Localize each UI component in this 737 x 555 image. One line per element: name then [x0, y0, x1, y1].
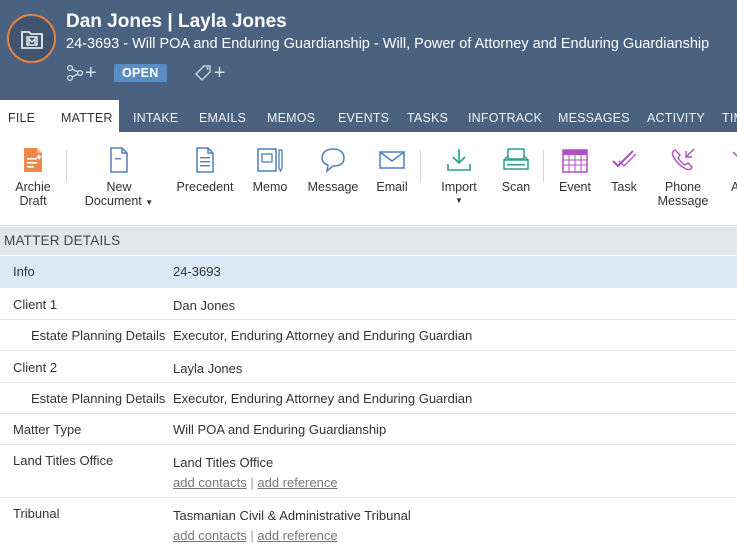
- status-badge[interactable]: OPEN: [114, 64, 167, 82]
- link-separator: |: [250, 475, 254, 490]
- add-relationship-button[interactable]: +: [66, 63, 100, 83]
- event-label: Event: [559, 180, 591, 194]
- detail-row-client-2[interactable]: Client 2 Layla Jones: [0, 351, 737, 383]
- land-titles-value: Land Titles Office: [173, 455, 274, 470]
- info-value: 24-3693: [173, 264, 221, 279]
- toolbar-divider: [543, 150, 544, 182]
- email-button[interactable]: Email: [372, 146, 412, 194]
- tab-messages[interactable]: MESSAGES: [558, 100, 630, 132]
- tribunal-label: Tribunal: [13, 506, 60, 521]
- ribbon-toolbar: Archie Draft New Document ▼ Precedent Me…: [0, 132, 737, 226]
- matter-type-value: Will POA and Enduring Guardianship: [173, 422, 387, 437]
- more-tool-label: A: [731, 180, 737, 194]
- toolbar-divider: [66, 150, 67, 182]
- tab-intake[interactable]: INTAKE: [133, 100, 178, 132]
- memo-label: Memo: [252, 180, 288, 194]
- link-separator: |: [250, 528, 254, 543]
- matter-details-header: MATTER DETAILS: [0, 227, 737, 255]
- archie-label-2: Draft: [19, 194, 47, 208]
- add-tag-button[interactable]: +: [194, 62, 231, 84]
- estate-planning-1-label: Estate Planning Details: [31, 328, 166, 343]
- task-check-icon: [612, 150, 637, 168]
- detail-row-estate-planning-1[interactable]: Estate Planning Details Executor, Enduri…: [0, 320, 737, 351]
- detail-row-tribunal[interactable]: Tribunal Tasmanian Civil & Administrativ…: [0, 498, 737, 555]
- matter-subtitle: 24-3693 - Will POA and Enduring Guardian…: [66, 36, 710, 52]
- tab-file[interactable]: FILE: [0, 100, 47, 132]
- estate-planning-2-label: Estate Planning Details: [31, 391, 166, 406]
- relationship-icon: [66, 64, 84, 82]
- client-1-value: Dan Jones: [173, 298, 236, 313]
- tab-memos[interactable]: MEMOS: [267, 100, 315, 132]
- tab-time[interactable]: TIM: [722, 100, 737, 132]
- archie-draft-button[interactable]: Archie Draft: [10, 146, 56, 208]
- dropdown-arrow-icon: ▼: [145, 198, 154, 207]
- task-button[interactable]: Task: [606, 146, 642, 194]
- phone-message-label-1: Phone: [664, 180, 702, 194]
- matter-title: Dan Jones | Layla Jones: [66, 11, 287, 32]
- precedent-icon: [196, 147, 214, 173]
- add-reference-link[interactable]: add reference: [257, 475, 337, 490]
- dropdown-arrow-icon: ▼: [455, 196, 463, 205]
- detail-row-client-1[interactable]: Client 1 Dan Jones: [0, 288, 737, 320]
- tab-activity[interactable]: ACTIVITY: [647, 100, 705, 132]
- phone-message-icon: [671, 148, 695, 171]
- event-button[interactable]: Event: [556, 146, 594, 194]
- phone-message-label-2: Message: [657, 194, 709, 208]
- add-contacts-link[interactable]: add contacts: [173, 475, 247, 490]
- detail-row-matter-type[interactable]: Matter Type Will POA and Enduring Guardi…: [0, 414, 737, 445]
- memo-icon: [257, 148, 283, 173]
- precedent-button[interactable]: Precedent: [174, 146, 236, 194]
- detail-row-estate-planning-2[interactable]: Estate Planning Details Executor, Enduri…: [0, 383, 737, 414]
- phone-message-button[interactable]: Phone Message: [654, 146, 712, 208]
- matter-type-label: Matter Type: [13, 422, 82, 437]
- more-tool-icon: [732, 151, 737, 157]
- client-1-label: Client 1: [13, 297, 58, 312]
- add-contacts-link[interactable]: add contacts: [173, 528, 247, 543]
- message-button[interactable]: Message: [306, 146, 360, 194]
- land-titles-label: Land Titles Office: [13, 453, 114, 468]
- import-download-icon: [447, 149, 471, 171]
- speech-bubble-icon: [321, 148, 345, 173]
- toolbar-divider: [420, 150, 421, 182]
- archie-draft-icon: [24, 148, 42, 172]
- more-tool-button[interactable]: A: [727, 146, 737, 194]
- import-button[interactable]: Import ▼: [436, 146, 482, 208]
- message-label: Message: [307, 180, 359, 194]
- new-document-button[interactable]: New Document ▼: [84, 146, 154, 210]
- matter-folder-icon[interactable]: [7, 14, 56, 63]
- memo-button[interactable]: Memo: [248, 146, 292, 194]
- plus-icon: +: [85, 62, 97, 84]
- tab-emails[interactable]: EMAILS: [199, 100, 246, 132]
- scanner-icon: [503, 148, 529, 170]
- tab-matter[interactable]: MATTER: [47, 100, 119, 132]
- info-label: Info: [13, 264, 35, 279]
- tab-tasks[interactable]: TASKS: [407, 100, 448, 132]
- calendar-icon: [562, 149, 588, 173]
- tag-icon: [194, 65, 211, 81]
- import-label: Import: [441, 180, 477, 194]
- detail-row-info[interactable]: Info 24-3693: [0, 256, 737, 288]
- new-document-label-1: New: [106, 180, 132, 194]
- matter-header: Dan Jones | Layla Jones 24-3693 - Will P…: [0, 0, 737, 100]
- estate-planning-1-value: Executor, Enduring Attorney and Enduring…: [173, 328, 473, 343]
- envelope-icon: [379, 151, 405, 169]
- tab-bar: FILE MATTER INTAKE EMAILS MEMOS EVENTS T…: [0, 100, 737, 132]
- new-document-label-2: Document: [84, 194, 142, 208]
- detail-row-land-titles-office[interactable]: Land Titles Office Land Titles Office ad…: [0, 445, 737, 498]
- tab-infotrack[interactable]: INFOTRACK: [468, 100, 542, 132]
- new-document-icon: [110, 147, 128, 173]
- add-reference-link[interactable]: add reference: [257, 528, 337, 543]
- scan-label: Scan: [501, 180, 531, 194]
- client-2-label: Client 2: [13, 360, 58, 375]
- task-label: Task: [611, 180, 637, 194]
- tab-events[interactable]: EVENTS: [338, 100, 389, 132]
- precedent-label: Precedent: [176, 180, 234, 194]
- tribunal-value: Tasmanian Civil & Administrative Tribuna…: [173, 508, 411, 523]
- client-2-value: Layla Jones: [173, 361, 243, 376]
- email-label: Email: [376, 180, 408, 194]
- scan-button[interactable]: Scan: [496, 146, 536, 194]
- estate-planning-2-value: Executor, Enduring Attorney and Enduring…: [173, 391, 473, 406]
- plus-icon: +: [213, 62, 226, 84]
- archie-label-1: Archie: [15, 180, 51, 194]
